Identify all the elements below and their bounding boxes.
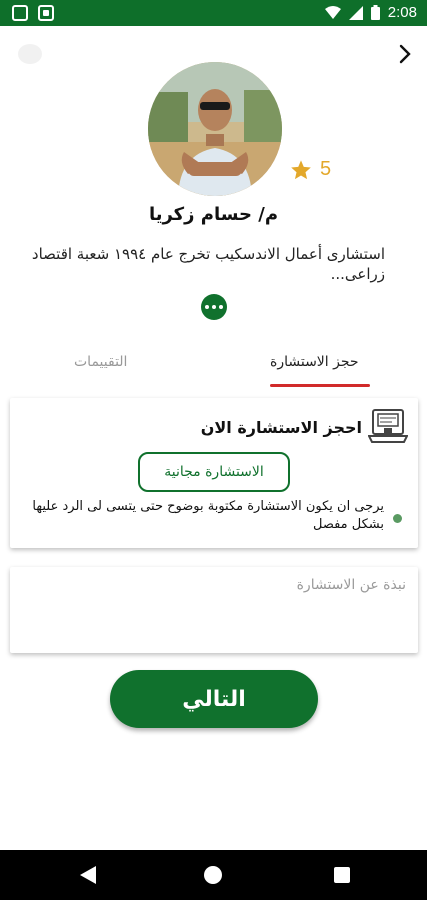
expert-name: م/ حسام زكريا: [148, 204, 279, 225]
signal-icon: [348, 5, 363, 20]
more-dots-icon[interactable]: [201, 294, 227, 320]
battery-icon: [370, 5, 380, 20]
tab-reviews[interactable]: التقييمات: [74, 354, 127, 370]
next-button[interactable]: التالي: [110, 670, 318, 728]
tab-booking[interactable]: حجز الاستشارة: [270, 354, 359, 370]
star-icon: [291, 159, 311, 179]
consultation-description-card: [10, 567, 418, 653]
status-time: 2:08: [387, 4, 417, 21]
tabs: حجز الاستشارة التقييمات: [0, 340, 427, 392]
gallery-notification-icon: [12, 5, 28, 21]
active-tab-indicator: [270, 384, 370, 387]
rating: 5: [290, 158, 331, 181]
expert-bio: استشارى أعمال الاندسكيب تخرج عام ١٩٩٤ شع…: [31, 245, 385, 283]
booking-card: احجز الاستشارة الان الاستشارة مجانية يرج…: [10, 398, 418, 548]
nav-home-icon[interactable]: [204, 866, 222, 884]
booking-note: يرجى ان يكون الاستشارة مكتوبة بوضوح حتى …: [32, 499, 384, 532]
back-chevron-icon[interactable]: [393, 42, 417, 66]
consultation-description-input[interactable]: [10, 567, 418, 653]
laptop-consult-icon: [368, 409, 408, 443]
status-bar: 2:08: [0, 0, 427, 26]
app-notification-icon: [38, 5, 54, 21]
bullet-dot: [393, 514, 402, 523]
rating-value: 5: [320, 158, 332, 180]
share-icon[interactable]: [18, 44, 42, 64]
expert-avatar: [148, 62, 282, 196]
wifi-icon: [324, 5, 341, 19]
nav-recent-icon[interactable]: [334, 867, 350, 883]
nav-back-icon[interactable]: [80, 866, 96, 884]
booking-card-title: احجز الاستشارة الان: [200, 418, 362, 437]
free-consultation-button[interactable]: الاستشارة مجانية: [138, 452, 290, 492]
system-nav-bar: [0, 850, 427, 900]
